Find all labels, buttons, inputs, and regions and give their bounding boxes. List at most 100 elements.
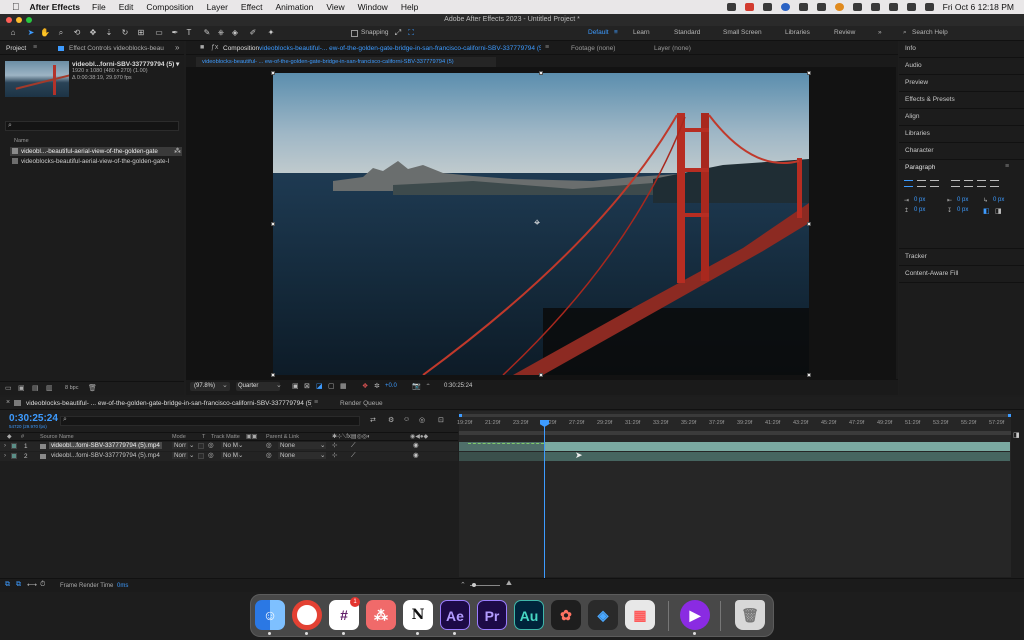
zoom-tool-icon[interactable]: ⌕ [56,28,66,38]
interpret-footage-icon[interactable]: ▭ [5,384,12,392]
home-icon[interactable]: ⌂ [8,28,18,38]
layer-bar[interactable] [545,452,1010,461]
tab-render-queue[interactable]: Render Queue [340,400,383,407]
menu-file[interactable]: File [92,2,106,12]
panel-audio[interactable]: Audio [905,62,922,69]
notion-icon[interactable]: N [403,600,433,630]
composition-lock-icon[interactable]: ƒx [211,44,218,51]
align-right-icon[interactable] [930,180,939,187]
selection-tool-icon[interactable]: ➤ [26,28,36,38]
viewer-timecode[interactable]: 0:30:25:24 [444,383,472,389]
justify-center-icon[interactable] [964,180,973,187]
breadcrumb-comp[interactable]: videoblocks-beautiful- ... ew-of-the-gol… [202,59,454,65]
justify-left-icon[interactable] [951,180,960,187]
menu-layer[interactable]: Layer [207,2,228,12]
minimize-window-button[interactable] [16,17,22,23]
show-snapshot-icon[interactable]: ◓ [426,382,430,389]
transform-handle[interactable] [807,222,811,226]
close-tab-icon[interactable]: × [6,399,10,406]
project-item-label[interactable]: videoblocks-beautiful-aerial-view-of-the… [21,158,169,165]
quality-switch-icon[interactable]: ⟋ [351,442,355,450]
work-area-bar[interactable] [459,431,1011,435]
bpc-label[interactable]: 8 bpc [65,385,78,391]
screen-recorder-icon[interactable]: ▶ [680,600,710,630]
tray-icon[interactable] [798,3,808,11]
navigator-start-handle[interactable] [459,414,462,417]
brush-tool-icon[interactable]: ✎ [202,28,212,38]
first-line-indent-value[interactable]: 0 px [993,197,1004,203]
panel-effects-presets[interactable]: Effects & Presets [905,96,955,103]
shy-switch-icon[interactable]: ⊹ [332,452,337,459]
zoom-slider-thumb[interactable] [472,583,476,587]
transform-handle[interactable] [271,222,275,226]
justify-all-icon[interactable] [990,180,999,187]
resolution-dropdown[interactable]: Quarter [236,382,280,391]
track-matte-header[interactable]: Track Matte [211,434,240,440]
pen-tool-icon[interactable]: ✒ [170,28,180,38]
indent-left-value[interactable]: 0 px [914,197,925,203]
transform-handle[interactable] [539,71,543,75]
workspace-learn[interactable]: Learn [633,29,650,36]
item-name[interactable]: videobl...forni-SBV-337779794 (5) ▾ [72,60,179,68]
expand-arrow-icon[interactable]: › [4,443,6,449]
snap-icon[interactable]: ⤢ [393,28,403,38]
indent-right-value[interactable]: 0 px [957,197,968,203]
menu-help[interactable]: Help [401,2,418,12]
workspace-menu-icon[interactable]: ≡ [614,29,618,36]
pick-whip-icon[interactable]: ◎ [266,442,272,449]
workspace-standard[interactable]: Standard [674,29,700,36]
quality-switch-icon[interactable]: ⟋ [351,452,355,460]
panel-menu-icon[interactable]: ≡ [314,399,318,406]
menu-window[interactable]: Window [358,2,388,12]
more-tabs-icon[interactable]: » [175,43,179,52]
chrome-icon[interactable] [292,600,322,630]
menu-view[interactable]: View [326,2,344,12]
flowchart-icon[interactable]: ⁂ [174,147,181,155]
tray-icon[interactable] [726,3,736,11]
current-time-display[interactable]: 0:30:25:24 [9,413,58,424]
rtl-direction-icon[interactable]: ◨ [995,207,1002,215]
preserve-transparency-box[interactable] [198,453,204,459]
trash-icon[interactable]: 🗑 [735,600,765,630]
region-of-interest-icon[interactable]: ▢ [328,382,335,390]
control-center-icon[interactable] [924,3,934,11]
close-window-button[interactable] [6,17,12,23]
navigator-end-handle[interactable] [1008,414,1011,417]
snapping-checkbox[interactable] [351,30,358,37]
justify-right-icon[interactable] [977,180,986,187]
trash-icon[interactable]: 🗑 [88,384,97,392]
eraser-tool-icon[interactable]: ◈ [230,28,240,38]
space-before-value[interactable]: 0 px [914,207,925,213]
pan-tool-icon[interactable]: ✥ [88,28,98,38]
tab-footage[interactable]: Footage (none) [571,45,615,52]
search-icon[interactable] [906,3,916,11]
parent-dropdown[interactable]: None [278,442,326,449]
expand-arrow-icon[interactable]: › [4,453,6,459]
switches-columns-icon[interactable]: ✱⊹⟍fx▤◎◎◐ [332,433,371,441]
anchor-tool-icon[interactable]: ⊞ [136,28,146,38]
type-tool-icon[interactable]: T [184,28,194,38]
av-features-icons[interactable]: ◉◀●◆ [410,433,428,440]
panel-preview[interactable]: Preview [905,79,928,86]
matte-link-icon[interactable]: ◎ [208,452,214,459]
matte-link-icon[interactable]: ◎ [208,442,214,449]
align-center-icon[interactable] [917,180,926,187]
apple-icon[interactable]:  [12,2,20,13]
close-tab-icon[interactable]: ■ [200,44,204,51]
search-help-icon[interactable]: ⌕ [903,29,907,37]
wifi-icon[interactable] [870,3,880,11]
menu-animation[interactable]: Animation [276,2,314,12]
workspace-review[interactable]: Review [834,29,855,36]
more-workspaces-icon[interactable]: » [878,29,882,36]
label-column-icon[interactable]: ◆ [7,433,12,440]
clock[interactable]: Fri Oct 6 12:18 PM [943,2,1014,12]
tab-layer[interactable]: Layer (none) [654,45,691,52]
panel-tracker[interactable]: Tracker [905,253,927,260]
roto-brush-icon[interactable]: ✐ [248,28,258,38]
mask-visibility-icon[interactable]: ◪ [316,382,323,390]
transform-handle[interactable] [271,71,275,75]
tab-timeline-comp[interactable]: videoblocks-beautiful- ... ew-of-the-gol… [26,400,312,407]
time-ruler[interactable]: 19:29f21:29f23:29f25:29f27:29f29:29f31:2… [455,420,1015,429]
table-row[interactable]: › 2 videobl...forni-SBV-337779794 (5).mp… [0,452,458,461]
visibility-eye-icon[interactable]: ◉ [413,442,419,449]
